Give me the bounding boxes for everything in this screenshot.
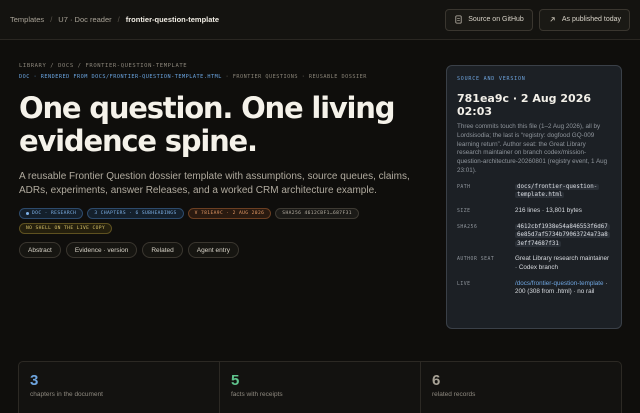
stat-label: related records [432, 391, 476, 398]
stat-value: 5 [231, 372, 240, 389]
stats-panel: 3 chapters in the document 5 facts with … [18, 361, 622, 413]
stat-label: chapters in the document [30, 391, 103, 398]
source-version-card: SOURCE AND VERSION 781ea9c · 2 Aug 2026 … [446, 65, 622, 329]
sha-value: 4612cbf1938e54a846553f6d676e85d7af5734b7… [515, 223, 610, 247]
breadcrumb-doc-reader[interactable]: U7 · Doc reader [58, 15, 111, 24]
tab-agent-entry[interactable]: Agent entry [187, 242, 239, 258]
path-label: PATH [457, 184, 471, 190]
chip-doc-research: DOC · RESEARCH [19, 208, 84, 219]
source-on-github-label: Source on GitHub [468, 16, 524, 23]
breadcrumb-separator: / [50, 15, 53, 24]
chip-chapters: 3 CHAPTERS · 6 SUBHEADINGS [87, 208, 184, 219]
sha-label: SHA256 [457, 224, 478, 230]
dot-icon [26, 212, 29, 215]
breadcrumb-templates[interactable]: Templates [10, 15, 44, 24]
stat-label: facts with receipts [231, 391, 283, 398]
stat-related: 6 related records [421, 362, 621, 413]
page-subtitle: A reusable Frontier Question dossier tem… [19, 171, 410, 196]
stat-value: 6 [432, 372, 441, 389]
size-row: SIZE 216 lines · 13,801 bytes [457, 207, 611, 216]
chip-row: DOC · RESEARCH 3 CHAPTERS · 6 SUBHEADING… [19, 208, 439, 234]
section-tabs: Abstract Evidence · version Related Agen… [19, 242, 239, 258]
live-link[interactable]: /docs/frontier-question-template [515, 280, 604, 287]
breadcrumb-current: frontier-question-template [125, 15, 220, 24]
card-description: Three commits touch this file (1–2 Aug 2… [457, 123, 608, 174]
document-icon [455, 15, 462, 24]
breadcrumb: Templates / U7 · Doc reader / frontier-q… [10, 15, 219, 24]
doc-eyebrow: LIBRARY / DOCS / FRONTIER-QUESTION-TEMPL… [19, 63, 188, 69]
page-title: One question. One living evidence spine. [19, 91, 395, 158]
doc-meta-line: DOC · RENDERED FROM DOCS/FRONTIER-QUESTI… [19, 74, 367, 80]
card-heading: 781ea9c · 2 Aug 2026 02:03 [457, 92, 592, 118]
chip-sha256: SHA256 4612CBF1…687F31 [275, 208, 359, 219]
top-bar: Templates / U7 · Doc reader / frontier-q… [0, 0, 640, 40]
author-seat-label: AUTHOR SEAT [457, 257, 495, 263]
author-seat-value: Great Library research maintainer · Code… [515, 255, 610, 271]
source-on-github-button[interactable]: Source on GitHub [445, 8, 533, 31]
chip-no-shell: NO SHELL ON THE LIVE COPY [19, 223, 113, 234]
chip-version: V 781EA9C · 2 AUG 2026 [187, 208, 272, 219]
live-label: LIVE [457, 281, 471, 287]
live-row: LIVE /docs/frontier-question-template · … [457, 280, 611, 297]
as-published-today-label: As published today [561, 16, 621, 23]
size-label: SIZE [457, 208, 471, 214]
stat-value: 3 [30, 372, 39, 389]
path-value: docs/frontier-question-template.html [515, 183, 600, 199]
external-arrow-icon [550, 17, 555, 22]
stat-facts: 5 facts with receipts [220, 362, 421, 413]
tab-evidence-version[interactable]: Evidence · version [65, 242, 138, 258]
tab-related[interactable]: Related [142, 242, 183, 258]
sha-row: SHA256 4612cbf1938e54a846553f6d676e85d7a… [457, 223, 611, 249]
breadcrumb-separator: / [117, 15, 120, 24]
size-value: 216 lines · 13,801 bytes [515, 206, 582, 214]
as-published-today-button[interactable]: As published today [538, 8, 630, 31]
author-seat-row: AUTHOR SEAT Great Library research maint… [457, 255, 611, 272]
card-title: SOURCE AND VERSION [457, 76, 526, 82]
doc-render-source: DOC · RENDERED FROM DOCS/FRONTIER-QUESTI… [19, 74, 222, 80]
tab-abstract[interactable]: Abstract [19, 242, 61, 258]
doc-meta-rest: · FRONTIER QUESTIONS · REUSABLE DOSSIER [221, 74, 367, 80]
path-row: PATH docs/frontier-question-template.htm… [457, 183, 611, 200]
stat-chapters: 3 chapters in the document [19, 362, 220, 413]
